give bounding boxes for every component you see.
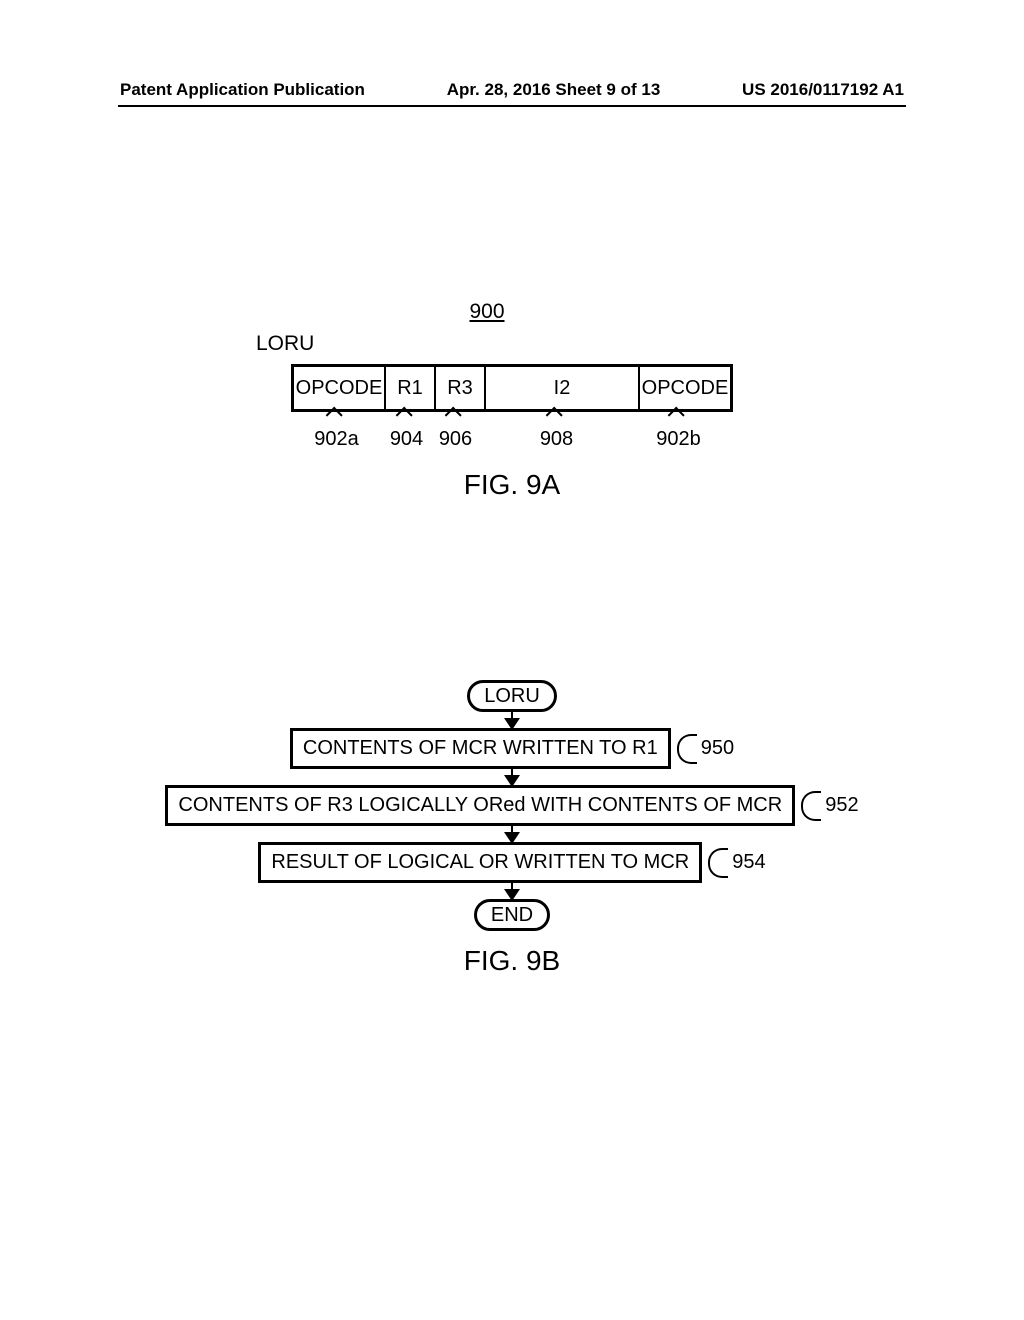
- callout-902b: 902b: [656, 428, 701, 451]
- flow-step-954: RESULT OF LOGICAL OR WRITTEN TO MCR: [258, 842, 702, 883]
- flow-start: LORU: [467, 680, 557, 712]
- patent-page: Patent Application Publication Apr. 28, …: [0, 0, 1024, 1320]
- leader-curve-icon: [708, 848, 728, 878]
- leader-curve-icon: [801, 791, 821, 821]
- leader-curve-icon: [677, 734, 697, 764]
- ref-label: 954: [732, 851, 765, 874]
- callout-908: 908: [540, 428, 573, 451]
- flow-end: END: [474, 899, 550, 931]
- field-i2: I2: [485, 366, 639, 411]
- arrow-down-icon: [511, 883, 513, 899]
- field-opcode-b: OPCODE: [639, 366, 732, 411]
- field-r1: R1: [385, 366, 435, 411]
- flow-step-952-row: CONTENTS OF R3 LOGICALLY ORed WITH CONTE…: [165, 785, 858, 826]
- callout-906: 906: [439, 428, 472, 451]
- header-left: Patent Application Publication: [120, 80, 365, 100]
- flow-step-950: CONTENTS OF MCR WRITTEN TO R1: [290, 728, 671, 769]
- header-right: US 2016/0117192 A1: [742, 80, 904, 100]
- ref-label: 950: [701, 737, 734, 760]
- callout-902a: 902a: [314, 428, 359, 451]
- step-ref-950: 950: [677, 734, 734, 764]
- instruction-format-table: OPCODE R1 R3 I2 OPCODE 902a 904 906 908 …: [291, 364, 733, 451]
- instruction-mnemonic: LORU: [256, 332, 314, 356]
- flow-step-954-row: RESULT OF LOGICAL OR WRITTEN TO MCR 954: [258, 842, 765, 883]
- figure-9a: 900 LORU OPCODE R1 R3 I2 OPCODE 902a 904…: [0, 300, 1024, 501]
- arrow-down-icon: [511, 769, 513, 785]
- arrow-down-icon: [511, 712, 513, 728]
- callout-row: 902a 904 906 908 902b: [291, 412, 733, 451]
- arrow-down-icon: [511, 826, 513, 842]
- flow-step-950-row: CONTENTS OF MCR WRITTEN TO R1 950: [290, 728, 734, 769]
- flow-step-952: CONTENTS OF R3 LOGICALLY ORed WITH CONTE…: [165, 785, 795, 826]
- field-opcode-a: OPCODE: [293, 366, 386, 411]
- ref-label: 952: [825, 794, 858, 817]
- figure-9a-refnum: 900: [469, 300, 504, 324]
- callout-904: 904: [390, 428, 423, 451]
- field-r3: R3: [435, 366, 485, 411]
- step-ref-954: 954: [708, 848, 765, 878]
- figure-9b-caption: FIG. 9B: [464, 945, 560, 977]
- header-center: Apr. 28, 2016 Sheet 9 of 13: [447, 80, 661, 100]
- step-ref-952: 952: [801, 791, 858, 821]
- figure-9b: LORU CONTENTS OF MCR WRITTEN TO R1 950 C…: [0, 680, 1024, 977]
- header-rule: [118, 105, 906, 107]
- page-header: Patent Application Publication Apr. 28, …: [120, 80, 904, 100]
- figure-9a-caption: FIG. 9A: [464, 469, 560, 501]
